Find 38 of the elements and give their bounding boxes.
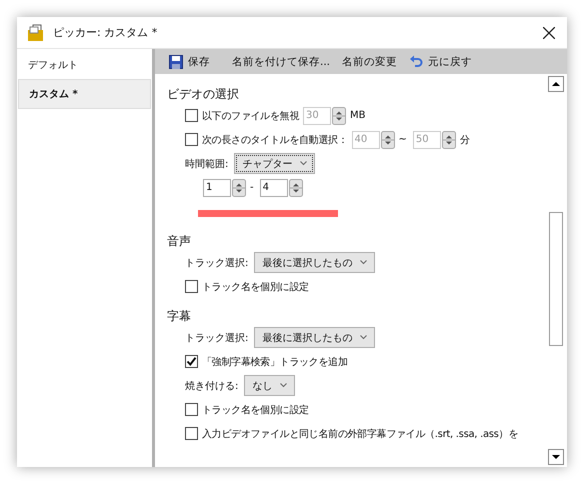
chevron-down-icon xyxy=(280,383,288,388)
section-heading: ビデオの選択 xyxy=(167,86,240,102)
checkbox[interactable]: 入力ビデオファイルと同じ名前の外部字幕ファイル（.srt, .ssa, .ass）を xyxy=(185,426,518,440)
checkbox[interactable]: 次の長さのタイトルを自動選択： xyxy=(185,132,348,146)
sidebar-item[interactable]: デフォルト xyxy=(18,51,151,79)
label-text: 焼き付ける: xyxy=(185,380,238,392)
dropdown[interactable]: 最後に選択したもの xyxy=(254,252,376,273)
dropdown[interactable]: なし xyxy=(244,375,296,396)
window-title: ピッカー: カスタム * xyxy=(53,25,158,40)
label-text: ~ xyxy=(398,134,407,145)
label-text: トラック選択: xyxy=(185,256,248,270)
folders-icon xyxy=(27,24,45,42)
scrollbar-thumb[interactable] xyxy=(549,212,563,346)
dropdown[interactable]: 最後に選択したもの xyxy=(254,327,376,348)
label-text: - xyxy=(250,182,254,193)
save-icon xyxy=(169,54,183,68)
checkmark-icon xyxy=(186,356,197,367)
label-text: 時間範囲: xyxy=(185,158,228,170)
chevron-down-icon xyxy=(360,335,368,340)
toolbar-button[interactable]: 名前の変更 xyxy=(338,52,402,70)
checkbox[interactable]: 「強制字幕検索」トラックを追加 xyxy=(185,354,348,368)
label-text: 分 xyxy=(460,134,470,146)
checkbox[interactable]: 以下のファイルを無視 xyxy=(185,108,300,122)
checkbox[interactable]: トラック名を個別に設定 xyxy=(185,280,309,294)
label-text: MB xyxy=(350,110,366,121)
undo-icon xyxy=(409,54,424,68)
dropdown[interactable]: チャプター xyxy=(234,153,316,174)
label-text: トラック選択: xyxy=(185,332,248,344)
close-icon[interactable] xyxy=(543,26,555,38)
sidebar-item[interactable]: カスタム * xyxy=(18,79,151,109)
section-heading: 音声 xyxy=(167,232,192,250)
toolbar-button[interactable]: 保存 xyxy=(165,52,214,70)
chevron-down-icon xyxy=(360,260,368,265)
toolbar-button[interactable]: 名前を付けて保存... xyxy=(228,52,334,70)
toolbar-button[interactable]: 元に戻す xyxy=(405,52,476,70)
section-heading: 字幕 xyxy=(167,308,192,324)
checkbox[interactable]: トラック名を個別に設定 xyxy=(185,402,309,416)
chevron-down-icon xyxy=(300,161,308,166)
